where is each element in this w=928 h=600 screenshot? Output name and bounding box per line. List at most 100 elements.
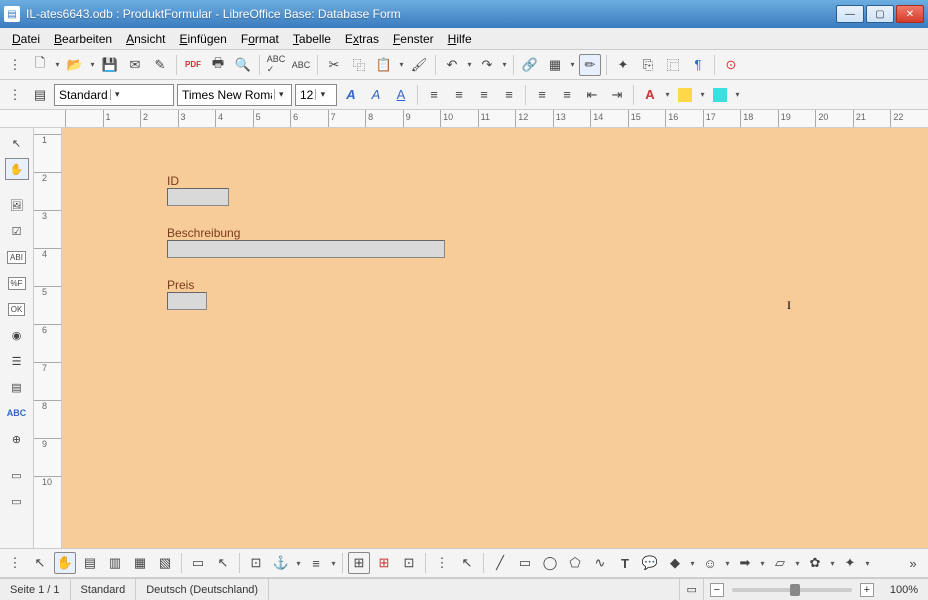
bg-color-button[interactable] xyxy=(709,84,731,106)
align-justify-button[interactable]: ≡ xyxy=(498,84,520,106)
curve-tool-button[interactable]: ∿ xyxy=(589,552,611,574)
bg-color-dropdown[interactable]: ▾ xyxy=(734,90,741,99)
undo-button[interactable]: ↶ xyxy=(441,54,463,76)
open-in-design-button[interactable]: ⊡ xyxy=(245,552,267,574)
combo-box-button[interactable]: ▤ xyxy=(5,376,29,398)
polygon-tool-button[interactable]: ⬠ xyxy=(564,552,586,574)
minimize-button[interactable]: — xyxy=(836,5,864,23)
text-tool-button[interactable]: T xyxy=(614,552,636,574)
pointer-tool-button[interactable]: ↖ xyxy=(456,552,478,574)
toolbar-overflow-button[interactable]: » xyxy=(902,552,924,574)
field-input-id[interactable] xyxy=(167,188,229,206)
activation-order-button[interactable]: ↖ xyxy=(212,552,234,574)
navigator-button[interactable]: ⎘ xyxy=(637,54,659,76)
redo-dropdown[interactable]: ▾ xyxy=(501,60,508,69)
control-props-button[interactable]: ▤ xyxy=(79,552,101,574)
bold-button[interactable]: A xyxy=(340,84,362,106)
align-left-button[interactable]: ≡ xyxy=(423,84,445,106)
flowchart-button[interactable]: ▱ xyxy=(769,552,791,574)
form-design-button[interactable]: ▭ xyxy=(5,464,29,486)
new-doc-button[interactable]: 🗋 xyxy=(29,54,51,76)
close-button[interactable]: ✕ xyxy=(896,5,924,23)
menu-datei[interactable]: Datei xyxy=(6,30,46,48)
help-button[interactable]: ⊙ xyxy=(720,54,742,76)
numbered-list-button[interactable]: ≡ xyxy=(531,84,553,106)
line-tool-button[interactable]: ╱ xyxy=(489,552,511,574)
push-button-button[interactable]: OK xyxy=(5,298,29,320)
input-id[interactable] xyxy=(168,189,228,205)
block-arrows-dropdown[interactable]: ▾ xyxy=(759,559,766,568)
field-input-preis[interactable] xyxy=(167,292,207,310)
font-color-button[interactable]: A xyxy=(639,84,661,106)
maximize-button[interactable]: ▢ xyxy=(866,5,894,23)
callouts-button[interactable]: ✿ xyxy=(804,552,826,574)
format-paintbrush-button[interactable]: 🖌 xyxy=(408,54,430,76)
copy-button[interactable]: ⿻ xyxy=(348,54,370,76)
ruler-vertical[interactable]: 12345678910 xyxy=(34,128,62,548)
underline-button[interactable]: A xyxy=(390,84,412,106)
zoom-slider[interactable] xyxy=(732,588,852,592)
open-button[interactable]: 📂 xyxy=(64,54,86,76)
form-navigator-button[interactable]: ▧ xyxy=(154,552,176,574)
edit-mode-button[interactable]: ✎ xyxy=(149,54,171,76)
align-center-button[interactable]: ≡ xyxy=(448,84,470,106)
zoom-value[interactable]: 100% xyxy=(880,579,928,600)
menu-einfuegen[interactable]: Einfügen xyxy=(173,30,232,48)
status-view-button[interactable]: ▭ xyxy=(680,579,703,600)
block-arrows-button[interactable]: ➡ xyxy=(734,552,756,574)
save-button[interactable]: 💾 xyxy=(99,54,121,76)
highlight-button[interactable] xyxy=(674,84,696,106)
menu-tabelle[interactable]: Tabelle xyxy=(287,30,337,48)
show-draw-button[interactable]: ✏ xyxy=(579,54,601,76)
select-tool-button[interactable]: ↖ xyxy=(5,132,29,154)
select-tool-button[interactable]: ↖ xyxy=(29,552,51,574)
hyperlink-button[interactable]: 🔗 xyxy=(519,54,541,76)
option-button-button[interactable]: ◉ xyxy=(5,324,29,346)
label-field-button[interactable]: ABC xyxy=(5,402,29,424)
open-dropdown[interactable]: ▾ xyxy=(89,60,96,69)
decrease-indent-button[interactable]: ⇤ xyxy=(581,84,603,106)
paste-button[interactable]: 📋 xyxy=(373,54,395,76)
menu-extras[interactable]: Extras xyxy=(339,30,385,48)
form-props-button[interactable]: ▥ xyxy=(104,552,126,574)
ellipse-tool-button[interactable]: ◯ xyxy=(539,552,561,574)
gallery-button[interactable]: ⿸ xyxy=(662,54,684,76)
form-navigator-button[interactable]: ▭ xyxy=(5,490,29,512)
formatted-field-button[interactable]: %F xyxy=(5,272,29,294)
document-canvas[interactable]: I IDBeschreibungPreis xyxy=(62,128,928,548)
stars-dropdown[interactable]: ▾ xyxy=(864,559,871,568)
menu-fenster[interactable]: Fenster xyxy=(387,30,440,48)
bullet-list-button[interactable]: ≡ xyxy=(556,84,578,106)
data-navigator-button[interactable]: ▦ xyxy=(129,552,151,574)
paste-dropdown[interactable]: ▾ xyxy=(398,60,405,69)
redo-button[interactable]: ↷ xyxy=(476,54,498,76)
find-button[interactable]: ✦ xyxy=(612,54,634,76)
basic-shapes-dropdown[interactable]: ▾ xyxy=(689,559,696,568)
zoom-in-button[interactable]: + xyxy=(860,583,874,597)
ruler-horizontal[interactable]: 12345678910111213141516171819202122 xyxy=(0,110,928,128)
anchor-button[interactable]: ⚓ xyxy=(270,552,292,574)
cut-button[interactable]: ✂ xyxy=(323,54,345,76)
align-button[interactable]: ≡ xyxy=(305,552,327,574)
grid-visible-button[interactable]: ⊞ xyxy=(348,552,370,574)
print-button[interactable]: 🖶 xyxy=(207,54,229,76)
font-name-combo[interactable]: Times New Roman▾ xyxy=(177,84,292,106)
design-mode-toggle[interactable]: ✋ xyxy=(54,552,76,574)
new-doc-dropdown[interactable]: ▾ xyxy=(54,60,61,69)
more-controls-button[interactable]: ⊕ xyxy=(5,428,29,450)
callouts-dropdown[interactable]: ▾ xyxy=(829,559,836,568)
flowchart-dropdown[interactable]: ▾ xyxy=(794,559,801,568)
text-box-button[interactable]: ABI xyxy=(5,246,29,268)
rectangle-tool-button[interactable]: ▭ xyxy=(514,552,536,574)
styles-window-button[interactable]: ▤ xyxy=(29,84,51,106)
paragraph-style-combo[interactable]: Standard▾ xyxy=(54,84,174,106)
spellcheck-button[interactable]: ABC✓ xyxy=(265,54,287,76)
list-box-button[interactable]: ☰ xyxy=(5,350,29,372)
stars-button[interactable]: ✦ xyxy=(839,552,861,574)
export-pdf-button[interactable]: PDF xyxy=(182,54,204,76)
status-language[interactable]: Deutsch (Deutschland) xyxy=(136,579,269,600)
font-color-dropdown[interactable]: ▾ xyxy=(664,90,671,99)
menu-ansicht[interactable]: Ansicht xyxy=(120,30,171,48)
auto-spellcheck-button[interactable]: ABC xyxy=(290,54,312,76)
input-beschreibung[interactable] xyxy=(168,241,444,257)
